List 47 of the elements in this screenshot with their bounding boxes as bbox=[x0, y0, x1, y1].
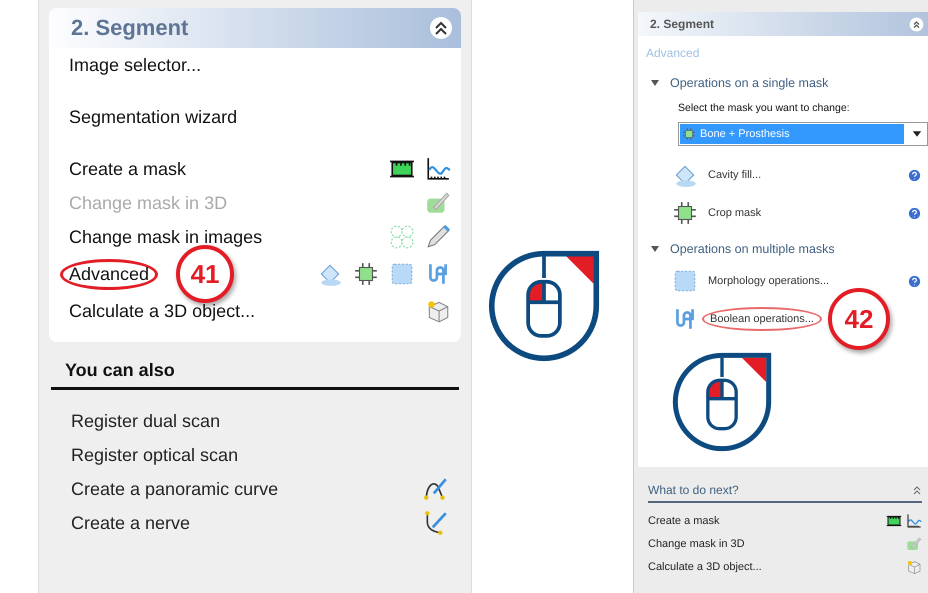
menu-item[interactable]: Calculate a 3D object... bbox=[69, 300, 256, 322]
menu-item[interactable]: Image selector... bbox=[69, 54, 202, 76]
help-icon[interactable] bbox=[907, 206, 922, 220]
operation-link[interactable]: Boolean operations... bbox=[702, 307, 822, 331]
operation-link[interactable]: Morphology operations... bbox=[708, 275, 830, 287]
dotted-grid-icon[interactable] bbox=[389, 224, 415, 250]
menu-item[interactable]: Change mask in images bbox=[69, 226, 262, 248]
prompt-text: Select the mask you want to change: bbox=[677, 101, 851, 116]
curve-icon[interactable] bbox=[906, 512, 922, 528]
section-title: You can also bbox=[51, 360, 459, 390]
mouse-click-icon bbox=[672, 352, 772, 452]
step-number-badge: 42 bbox=[828, 288, 890, 350]
help-icon[interactable] bbox=[907, 168, 922, 182]
operation-link[interactable]: Cavity fill... bbox=[708, 169, 762, 181]
menu-item[interactable]: Create a mask bbox=[648, 514, 720, 526]
collapse-button[interactable] bbox=[429, 16, 453, 40]
section-title: What to do next? bbox=[648, 483, 739, 497]
menu-item[interactable]: Segmentation wizard bbox=[69, 106, 238, 128]
panel-title: 2. Segment bbox=[650, 17, 714, 31]
chip-icon[interactable] bbox=[672, 200, 698, 226]
group-title[interactable]: Operations on a single mask bbox=[670, 76, 828, 90]
menu-item[interactable]: Create a mask bbox=[69, 158, 186, 180]
nerve-pen-icon[interactable] bbox=[423, 510, 449, 536]
dropdown-value: Bone + Prosthesis bbox=[700, 128, 790, 140]
curve-pen-icon[interactable] bbox=[423, 476, 449, 502]
chip-icon[interactable] bbox=[353, 261, 379, 287]
group-title[interactable]: Operations on multiple masks bbox=[670, 242, 835, 256]
menu-item[interactable]: Register optical scan bbox=[71, 444, 238, 466]
expand-arrow-icon[interactable] bbox=[650, 78, 660, 88]
collapse-icon[interactable] bbox=[912, 485, 922, 495]
menu-item[interactable]: Advanced bbox=[60, 258, 158, 290]
curve-icon[interactable] bbox=[425, 156, 451, 182]
panel-title: 2. Segment bbox=[71, 15, 188, 41]
menu-item[interactable]: Change mask in 3D bbox=[648, 538, 745, 550]
menu-item[interactable]: Create a panoramic curve bbox=[71, 478, 278, 500]
cube-icon[interactable] bbox=[906, 558, 922, 574]
chip-icon bbox=[682, 127, 696, 141]
pencil-icon[interactable] bbox=[425, 224, 451, 250]
menu-item[interactable]: Register dual scan bbox=[71, 410, 220, 432]
menu-item[interactable]: Calculate a 3D object... bbox=[648, 560, 762, 572]
help-icon[interactable] bbox=[907, 274, 922, 288]
step-number-badge: 41 bbox=[176, 245, 234, 303]
collapse-button[interactable] bbox=[909, 16, 924, 32]
menu-item[interactable]: Create a nerve bbox=[71, 512, 190, 534]
expand-arrow-icon[interactable] bbox=[650, 244, 660, 254]
mouse-click-icon bbox=[488, 250, 600, 362]
operation-link[interactable]: Crop mask bbox=[708, 207, 762, 219]
